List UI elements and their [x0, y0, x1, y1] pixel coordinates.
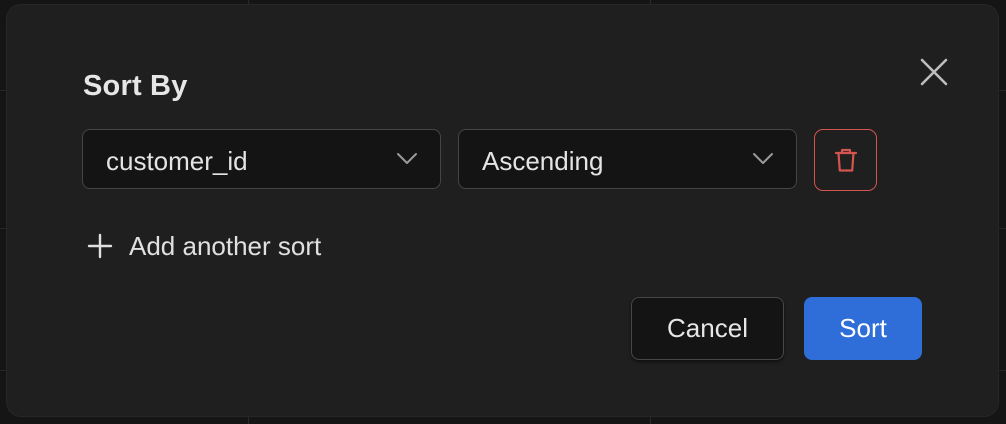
sort-order-value: Ascending [482, 146, 604, 176]
cancel-button[interactable]: Cancel [631, 297, 784, 360]
close-icon [920, 58, 948, 86]
chevron-down-icon [753, 153, 773, 164]
delete-sort-button[interactable] [814, 129, 877, 191]
trash-icon [834, 148, 858, 172]
sort-order-select[interactable]: Ascending [458, 129, 797, 189]
close-button[interactable] [915, 53, 953, 91]
chevron-down-icon [397, 153, 417, 164]
sort-field-select[interactable]: customer_id [82, 129, 441, 189]
dialog-title: Sort By [83, 70, 188, 102]
sort-dialog: Sort By customer_id Ascending Add anothe… [7, 5, 998, 416]
sort-button[interactable]: Sort [804, 297, 922, 360]
sort-field-value: customer_id [106, 146, 248, 176]
plus-icon [87, 233, 113, 259]
add-sort-label: Add another sort [129, 231, 322, 261]
